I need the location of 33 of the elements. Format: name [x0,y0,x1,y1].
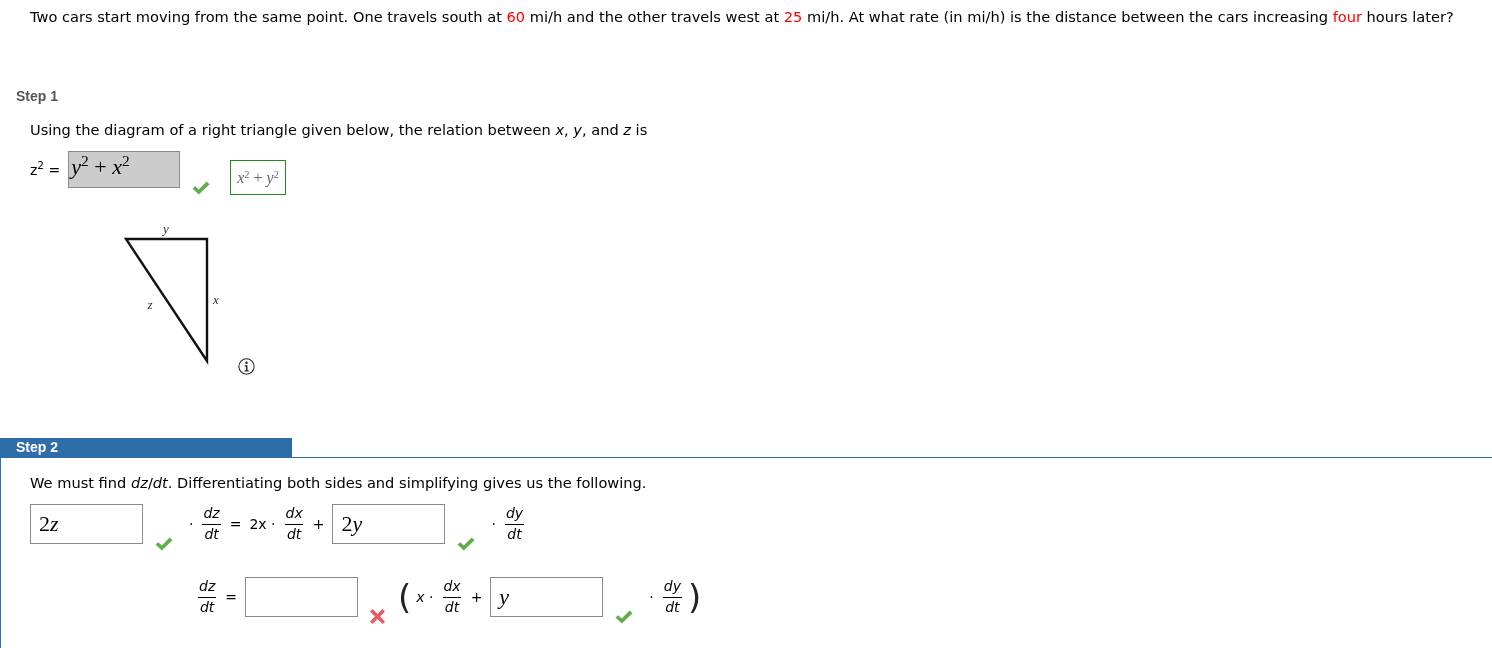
equation-text: · [189,515,194,533]
answer-field[interactable]: y [490,577,604,617]
equation-text: = [229,515,242,533]
side-label: y [163,221,169,236]
equation-text: · [491,515,496,533]
equation-text: · [649,588,654,606]
derivative-fraction: dz dt [197,578,218,616]
equation-text: + [312,515,325,533]
step-heading: Step 1 [16,88,58,104]
side-label: x [213,292,219,307]
answer-field[interactable] [245,577,358,617]
derivative-fraction: dx dt [441,578,463,616]
step-instruction: Using the diagram of a right triangle given below, the relation between x, y, and z is [30,122,648,138]
derivative-fraction: dy dt [504,505,525,543]
equation-text: = [225,588,237,606]
step-heading: Step 2 [0,438,292,457]
equation-text: z$^{2}$ = [30,160,61,179]
derivative-fraction: dx dt [283,505,305,543]
equation-text: + [470,588,483,606]
derivative-fraction: dz dt [201,505,222,543]
answer-field[interactable]: 2z [30,504,143,544]
equation-text: 2x · [249,515,276,533]
side-label: z [147,297,153,312]
derivative-fraction: dy dt [662,578,683,616]
answer-field[interactable]: 2y [332,504,446,544]
info-icon[interactable] [238,358,255,375]
correct-answer-box: x$^{2}$ + y$^{2}$ [230,160,286,195]
parenthesis: ) [688,577,702,617]
equation-text: x · [416,588,434,606]
problem-text: Two cars start moving from the same point. One travels south at 60 mi/h and the other travels west at 25 mi/h. At what rate (in mi/h) is the distance between the cars increasing four hours later? [29,7,1454,26]
step-instruction: We must find dz/dt. Differentiating both sides and simplifying gives us the following. [30,475,647,491]
parenthesis: ( [398,577,412,617]
answer-field[interactable]: y$^{2}$ + x$^{2}$ [68,151,181,188]
